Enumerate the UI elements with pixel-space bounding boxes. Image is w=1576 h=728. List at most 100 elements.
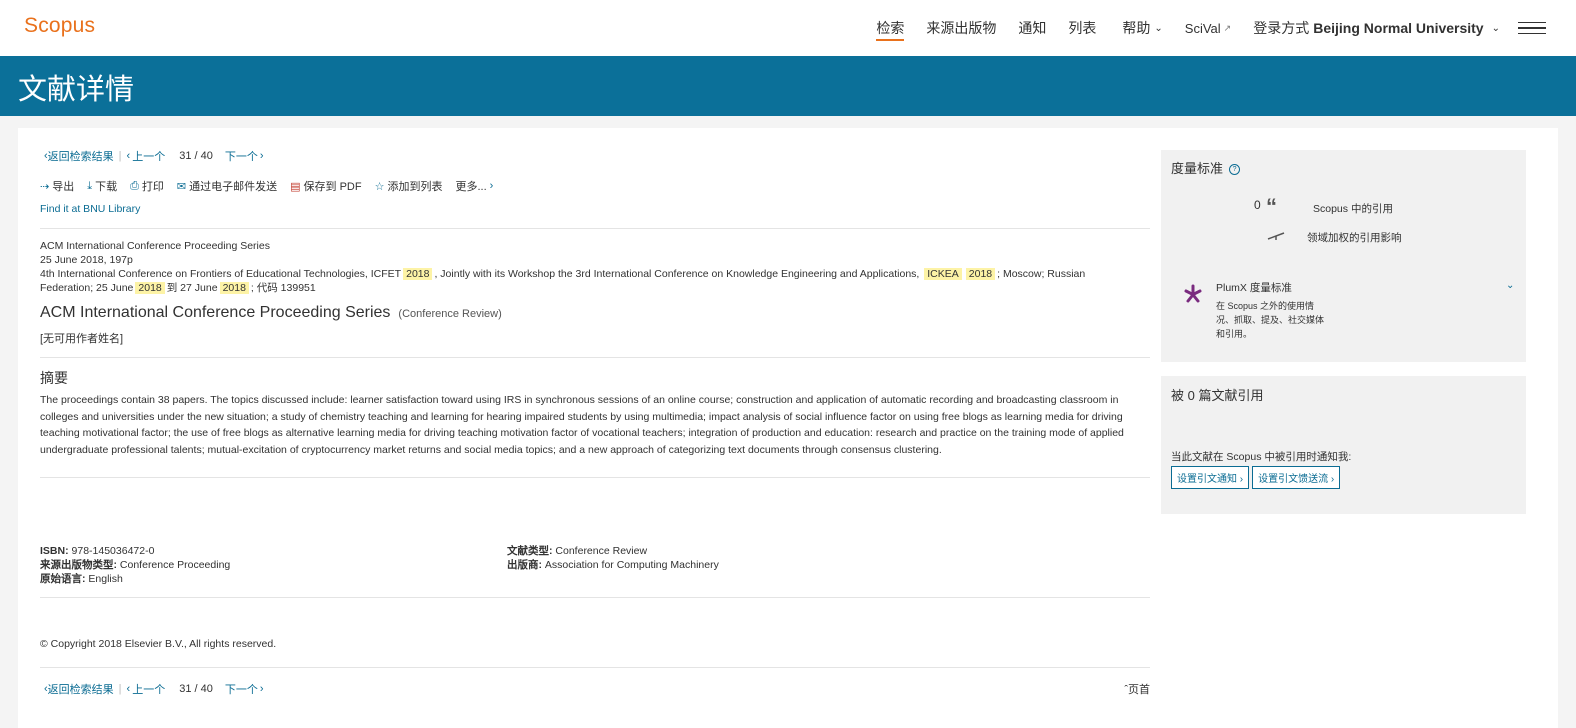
nav-search[interactable]: 检索 (876, 18, 905, 41)
login-institution: Beijing Normal University (1313, 20, 1484, 36)
chevron-right-icon: › (1239, 474, 1244, 485)
star-icon: ☆ (374, 180, 385, 193)
cited-by-panel: 被 0 篇文献引用 当此文献在 Scopus 中被引用时通知我: 设置引文通知 … (1161, 376, 1526, 514)
nav-help-label: 帮助 (1122, 20, 1151, 36)
nav-lists[interactable]: 列表 (1068, 18, 1096, 38)
fwci-label: 领域加权的引用影响 (1307, 232, 1402, 244)
isbn-value: 978-145036472-0 (71, 545, 155, 557)
quote-icon: “ (1266, 194, 1277, 219)
current-index: 31 (179, 150, 192, 162)
citations-label[interactable]: Scopus 中的引用 (1313, 201, 1393, 216)
highlight-year: 2018 (135, 282, 165, 294)
authors: [无可用作者姓名] (40, 333, 124, 345)
nav-scival-label: SciVal (1184, 20, 1221, 36)
export-label: 导出 (52, 181, 75, 193)
set-citation-feed-label: 设置引文馈送流 (1258, 474, 1329, 485)
language-row: 原始语言: English (40, 572, 230, 586)
next-link[interactable]: 下一个 (225, 148, 258, 164)
back-to-results-link[interactable]: 返回检索结果 (48, 681, 114, 697)
download-button[interactable]: ⤓ 下载 (87, 178, 117, 194)
publisher-value: Association for Computing Machinery (544, 559, 719, 571)
page-title: 文献详情 (18, 74, 135, 106)
chevron-right-icon: › (489, 180, 494, 192)
language-label: 原始语言: (40, 573, 86, 585)
save-pdf-label: 保存到 PDF (303, 181, 362, 193)
result-position: 31 / 40 (179, 150, 213, 162)
add-to-list-button[interactable]: ☆ 添加到列表 (375, 178, 443, 194)
document-title: ACM International Conference Proceeding … (40, 304, 391, 321)
nav-scival[interactable]: SciVal ↗ (1185, 21, 1231, 36)
copyright-notice: © Copyright 2018 Elsevier B.V., All righ… (40, 638, 277, 650)
set-citation-alert-label: 设置引文通知 (1177, 474, 1237, 485)
divider: | (118, 683, 122, 695)
more-label: 更多... (455, 181, 487, 193)
current-index: 31 (179, 683, 192, 695)
chevron-down-icon[interactable]: ⌄ (1506, 280, 1514, 291)
conference-text: , Jointly with its Workshop the 3rd Inte… (434, 268, 920, 280)
nav-help[interactable]: 帮助 ⌄ (1122, 18, 1162, 38)
next-link[interactable]: 下一个 (225, 681, 258, 697)
download-icon: ⤓ (87, 179, 93, 192)
page-header-band: 文献详情 (0, 56, 1576, 116)
date-pages: 25 June 2018, 197p (40, 254, 133, 266)
email-button[interactable]: ✉ 通过电子邮件发送 (177, 178, 277, 194)
login-menu[interactable]: 登录方式 Beijing Normal University ⌄ (1253, 18, 1500, 38)
prev-link[interactable]: 上一个 (132, 148, 165, 164)
fwci-icon (1267, 228, 1285, 240)
highlight-term: ICKEA (924, 268, 962, 280)
help-icon[interactable]: ? (1229, 164, 1241, 176)
divider (40, 597, 1150, 598)
notify-text: 当此文献在 Scopus 中被引用时通知我: (1171, 451, 1352, 463)
metrics-heading-label: 度量标准 (1171, 161, 1224, 176)
publisher-row: 出版商: Association for Computing Machinery (507, 558, 719, 572)
scopus-logo[interactable]: Scopus (24, 14, 95, 38)
download-label: 下载 (95, 181, 118, 193)
plumx-icon (1182, 283, 1204, 305)
add-to-list-label: 添加到列表 (387, 181, 443, 193)
doctype-value: Conference Review (555, 545, 648, 557)
print-button[interactable]: ⎙ 打印 (130, 178, 164, 194)
external-link-icon: ↗ (1223, 22, 1232, 33)
doctype-label: 文献类型: (507, 545, 553, 557)
publisher-label: 出版商: (507, 559, 542, 571)
nav-sources[interactable]: 来源出版物 (926, 18, 996, 38)
metrics-heading: 度量标准? (1171, 158, 1241, 177)
plumx-desc-line: 在 Scopus 之外的使用情 (1216, 301, 1315, 311)
back-to-results-link[interactable]: 返回检索结果 (48, 148, 114, 164)
set-citation-feed-button[interactable]: 设置引文馈送流 › (1252, 466, 1341, 489)
main-content: ‹ 返回检索结果 | ‹ 上一个 31 / 40 下一个 › ⇢ 导出 ⤓ 下载 ⎙… (18, 128, 1558, 728)
document-toolbar: ⇢ 导出 ⤓ 下载 ⎙ 打印 ✉ 通过电子邮件发送 ▤ 保存到 PDF ☆ 添加到列表 更多… (40, 178, 506, 194)
print-label: 打印 (141, 181, 164, 193)
chevron-down-icon: ⌄ (1154, 22, 1163, 34)
pdf-icon: ▤ (290, 180, 301, 193)
plumx-title[interactable]: PlumX 度量标准 (1216, 280, 1292, 295)
main-nav: 检索 来源出版物 通知 列表 帮助 ⌄ SciVal ↗ 登录方式 Beijin… (876, 0, 1576, 56)
hamburger-menu-icon[interactable] (1518, 21, 1546, 35)
find-at-library-link[interactable]: Find it at BNU Library (40, 203, 140, 215)
back-to-top-label: 页首 (1128, 684, 1150, 696)
abstract-heading: 摘要 (40, 370, 68, 386)
printer-icon: ⎙ (130, 179, 139, 192)
series-link[interactable]: ACM International Conference Proceeding … (40, 239, 1140, 253)
prev-link[interactable]: 上一个 (132, 681, 165, 697)
sidebar: 度量标准? 0 “ Scopus 中的引用 领域加权的引用影响 PlumX 度量… (1161, 150, 1526, 514)
save-pdf-button[interactable]: ▤ 保存到 PDF (290, 178, 361, 194)
set-citation-alert-button[interactable]: 设置引文通知 › (1171, 466, 1250, 489)
divider (40, 228, 1150, 229)
highlight-year: 2018 (219, 282, 249, 294)
conference-text: 4th International Conference on Frontier… (40, 268, 402, 280)
chevron-left-icon: ‹ (126, 683, 131, 695)
isbn-label: ISBN: (40, 545, 69, 557)
chevron-down-icon: ⌄ (1491, 22, 1500, 34)
cited-by-heading: 被 0 篇文献引用 (1171, 388, 1264, 403)
chevron-right-icon: › (259, 683, 264, 695)
total-count: / 40 (194, 683, 213, 695)
result-pager-top: ‹ 返回检索结果 | ‹ 上一个 31 / 40 下一个 › (44, 148, 264, 164)
result-position: 31 / 40 (179, 683, 213, 695)
more-button[interactable]: 更多... › (455, 178, 493, 194)
metadata-right: 文献类型: Conference Review 出版商: Association… (507, 544, 719, 572)
doctype-row: 文献类型: Conference Review (507, 544, 719, 558)
back-to-top-link[interactable]: ˆ页首 (1124, 681, 1150, 697)
nav-alerts[interactable]: 通知 (1018, 18, 1046, 38)
export-button[interactable]: ⇢ 导出 (40, 178, 74, 194)
